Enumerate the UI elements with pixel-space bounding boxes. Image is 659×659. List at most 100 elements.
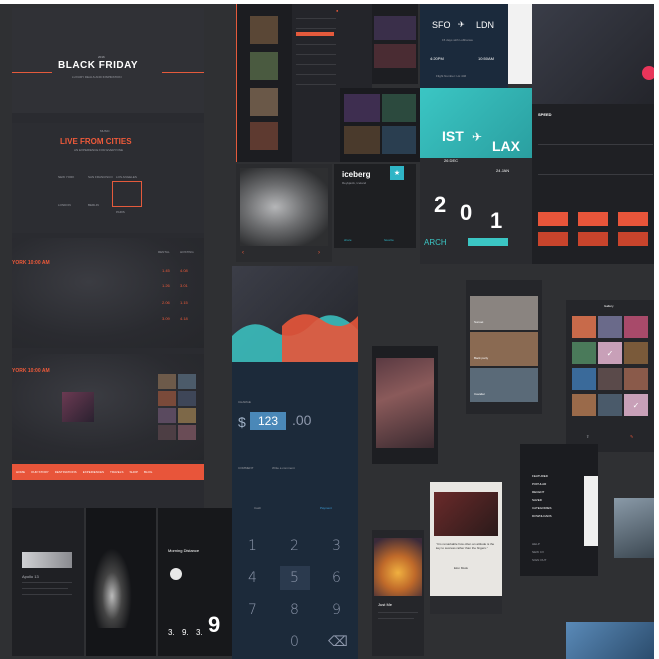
- thumb-2[interactable]: [178, 374, 196, 389]
- gallery-check-icon-2[interactable]: ✓: [624, 394, 648, 416]
- thumb-5[interactable]: [158, 408, 176, 423]
- video-thumb-1[interactable]: [374, 16, 416, 40]
- quote-photo[interactable]: [434, 492, 498, 536]
- nav-item-blog[interactable]: BLOG: [144, 470, 152, 474]
- favorite-button[interactable]: favorite: [384, 238, 394, 242]
- weather-orb[interactable]: [170, 568, 182, 580]
- live-option-4[interactable]: LONDON: [58, 203, 71, 207]
- menu-item-categories[interactable]: CATEGORIES: [532, 506, 551, 510]
- video-gallery-thumb-3[interactable]: [344, 126, 380, 154]
- map1-legend-2[interactable]: HOSTING: [180, 250, 194, 254]
- live-highlight-box[interactable]: [112, 181, 142, 207]
- nav-item-experiences[interactable]: EXPERIENCES: [83, 470, 104, 474]
- speed-bar-2[interactable]: [578, 212, 608, 226]
- live-option-3[interactable]: LOS ANGELES: [116, 175, 137, 179]
- payment-comment-input[interactable]: Write a comment: [272, 466, 295, 470]
- key-6[interactable]: 6: [332, 570, 341, 586]
- menu-bottom-newcv[interactable]: NEW CV: [532, 550, 544, 554]
- dancer-photo[interactable]: [92, 548, 132, 628]
- payment-tab-cash[interactable]: Cash: [254, 506, 261, 510]
- share-icon[interactable]: ⇪: [586, 434, 589, 439]
- share-button[interactable]: share: [344, 238, 352, 242]
- speed-bar-3[interactable]: [618, 212, 648, 226]
- nav-item-home[interactable]: HOME: [16, 470, 25, 474]
- key-8[interactable]: 8: [290, 602, 299, 618]
- chevron-left-icon[interactable]: ‹: [242, 250, 244, 256]
- key-3[interactable]: 3: [332, 538, 341, 554]
- nav-item-travels[interactable]: TRAVELS: [110, 470, 123, 474]
- menu-bottom-signout[interactable]: SIGN OUT: [532, 558, 547, 562]
- grid-photo-4[interactable]: [250, 122, 278, 150]
- key-4[interactable]: 4: [248, 570, 257, 586]
- key-1[interactable]: 1: [248, 538, 257, 554]
- bookmark-icon[interactable]: ★: [390, 166, 404, 180]
- digit-1[interactable]: 2: [434, 192, 446, 218]
- chevron-right-icon[interactable]: ›: [318, 250, 320, 256]
- video-gallery-thumb-1[interactable]: [344, 94, 380, 122]
- nav-item-destinations[interactable]: DESTINATIONS: [55, 470, 77, 474]
- menu-item-featured[interactable]: FEATURED: [532, 474, 548, 478]
- menu-item-saved[interactable]: SAVED: [532, 498, 542, 502]
- gallery-thumb-10[interactable]: [572, 394, 596, 416]
- sidebar-active-row[interactable]: [296, 32, 334, 36]
- live-option-2[interactable]: SAN FRANCISCO: [88, 175, 113, 179]
- map1-legend-1[interactable]: RENTAL: [158, 250, 170, 254]
- gallery-thumb-6[interactable]: [624, 342, 648, 364]
- search-button[interactable]: [468, 238, 508, 246]
- menu-item-popular[interactable]: POPULAR: [532, 482, 546, 486]
- grid-photo-2[interactable]: [250, 52, 278, 80]
- gallery-thumb-7[interactable]: [572, 368, 596, 390]
- thumb-3[interactable]: [158, 391, 176, 406]
- gallery-thumb-2[interactable]: [598, 316, 622, 338]
- payment-amount[interactable]: 123: [250, 412, 286, 430]
- key-7[interactable]: 7: [248, 602, 257, 618]
- live-option-5[interactable]: BERLIN: [88, 203, 99, 207]
- key-2[interactable]: 2: [290, 538, 299, 554]
- digit-2[interactable]: 0: [460, 200, 472, 226]
- live-option-6[interactable]: PARIS: [116, 210, 125, 214]
- menu-item-recent[interactable]: RECENT: [532, 490, 544, 494]
- payment-tab-payment[interactable]: Payment: [320, 506, 332, 510]
- gallery-thumb-1[interactable]: [572, 316, 596, 338]
- portrait-photo[interactable]: [376, 358, 434, 448]
- video-gallery-thumb-4[interactable]: [382, 126, 416, 154]
- live-option-1[interactable]: NEW YORK: [58, 175, 74, 179]
- gallery-thumb-3[interactable]: [624, 316, 648, 338]
- speed-bar-4[interactable]: [538, 232, 568, 246]
- video-thumb-2[interactable]: [374, 44, 416, 68]
- gallery-thumb-11[interactable]: [598, 394, 622, 416]
- story-photo[interactable]: [22, 552, 72, 568]
- gallery-thumb-8[interactable]: [598, 368, 622, 390]
- travel-photo-2[interactable]: [470, 332, 538, 366]
- grid-photo-1[interactable]: [250, 16, 278, 44]
- digit-3[interactable]: 1: [490, 208, 502, 234]
- thumb-4[interactable]: [178, 391, 196, 406]
- heart-photo[interactable]: [374, 538, 422, 596]
- video-gallery-thumb-2[interactable]: [382, 94, 416, 122]
- thumb-7[interactable]: [158, 425, 176, 440]
- thumb-1[interactable]: [158, 374, 176, 389]
- grid-photo-3[interactable]: [250, 88, 278, 116]
- speed-bar-6[interactable]: [618, 232, 648, 246]
- speed-bar-5[interactable]: [578, 232, 608, 246]
- travel-photo-3[interactable]: [470, 368, 538, 402]
- map2-popup-photo[interactable]: [62, 392, 94, 422]
- travel-photo-1[interactable]: [470, 296, 538, 330]
- nav-item-shop[interactable]: SHOP: [129, 470, 138, 474]
- key-9[interactable]: 9: [332, 602, 341, 618]
- thumb-6[interactable]: [178, 408, 196, 423]
- key-0[interactable]: 0: [290, 634, 299, 650]
- search-label[interactable]: ARCH: [424, 238, 447, 247]
- gallery-thumb-9[interactable]: [624, 368, 648, 390]
- key-delete[interactable]: ⌫: [328, 634, 348, 650]
- rock-photo[interactable]: [240, 168, 328, 246]
- gallery-thumb-4[interactable]: [572, 342, 596, 364]
- speed-bar-1[interactable]: [538, 212, 568, 226]
- edit-icon[interactable]: ✎: [630, 434, 633, 439]
- gallery-check-icon[interactable]: ✓: [598, 342, 622, 364]
- key-5[interactable]: 5: [290, 570, 299, 586]
- nav-item-story[interactable]: OUR STORY: [31, 470, 49, 474]
- thumb-8[interactable]: [178, 425, 196, 440]
- menu-item-downloads[interactable]: DOWNLOADS: [532, 514, 552, 518]
- menu-bottom-help[interactable]: HELP: [532, 542, 540, 546]
